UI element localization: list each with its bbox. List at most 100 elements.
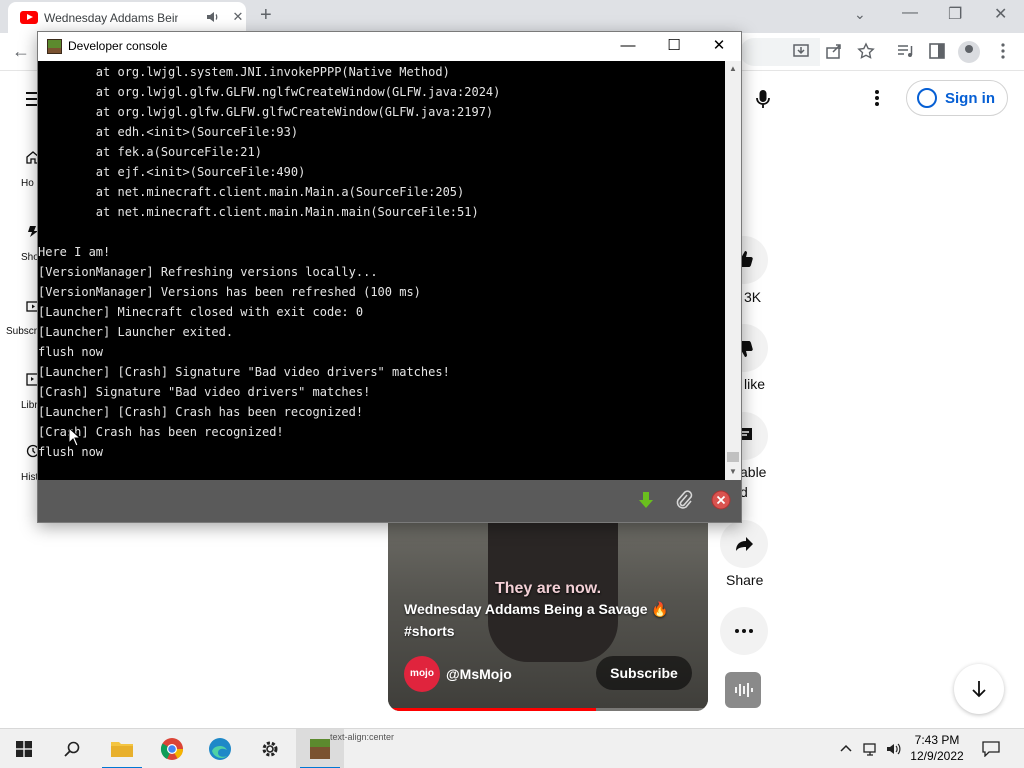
video-progress-fill xyxy=(388,708,596,711)
console-line: at ejf.<init>(SourceFile:490) xyxy=(38,165,306,179)
download-icon[interactable] xyxy=(636,490,656,510)
scrollbar-thumb[interactable] xyxy=(727,452,739,462)
console-line: at org.lwjgl.glfw.GLFW.glfwCreateWindow(… xyxy=(38,105,494,119)
console-line: [VersionManager] Refreshing versions loc… xyxy=(38,265,378,279)
browser-tab-strip: Wednesday Addams Being a Savage ✕ + ⌄ — … xyxy=(0,0,1024,33)
show-hidden-icons-chevron-icon[interactable] xyxy=(838,741,854,757)
search-icon xyxy=(64,741,80,757)
edge-app[interactable] xyxy=(196,729,244,768)
settings-more-icon[interactable] xyxy=(872,88,882,110)
console-title-bar[interactable]: Developer console — ☐ ✕ xyxy=(38,32,741,61)
arrow-down-icon xyxy=(972,681,986,698)
console-maximize-button[interactable]: ☐ xyxy=(664,36,684,56)
clock-time[interactable]: 7:43 PM xyxy=(906,733,968,747)
share-arrow-icon xyxy=(736,537,753,551)
side-panel-icon[interactable] xyxy=(928,42,946,60)
browser-minimize-icon[interactable]: — xyxy=(902,4,918,22)
console-title: Developer console xyxy=(68,39,168,53)
screen: Wednesday Addams Being a Savage ✕ + ⌄ — … xyxy=(0,0,1024,768)
console-footer xyxy=(38,480,741,522)
bookmark-star-icon[interactable] xyxy=(857,42,875,60)
install-app-icon[interactable] xyxy=(792,42,810,60)
network-icon[interactable] xyxy=(862,741,878,757)
notifications-icon[interactable] xyxy=(982,741,1000,757)
console-line: at edh.<init>(SourceFile:93) xyxy=(38,125,299,139)
console-line: [Launcher] Launcher exited. xyxy=(38,325,234,339)
audio-playing-icon[interactable] xyxy=(206,10,220,24)
video-progress-bar[interactable] xyxy=(388,708,708,711)
developer-console-window: Developer console — ☐ ✕ at org.lwjgl.sys… xyxy=(37,31,742,523)
sign-in-button[interactable]: Sign in xyxy=(906,80,1008,116)
channel-avatar[interactable]: mojo xyxy=(404,656,440,692)
new-tab-icon[interactable]: + xyxy=(260,4,272,27)
chrome-app[interactable] xyxy=(148,729,196,768)
console-line: [Crash] Signature "Bad video drivers" ma… xyxy=(38,385,371,399)
scroll-up-arrow-icon[interactable]: ▲ xyxy=(725,61,741,77)
profile-avatar-icon[interactable] xyxy=(958,41,980,63)
chrome-icon xyxy=(160,738,183,760)
more-horizontal-icon xyxy=(735,629,753,633)
share-button[interactable] xyxy=(720,520,768,568)
console-line: at net.minecraft.client.main.Main.a(Sour… xyxy=(38,185,465,199)
sidebar-item-label: Libr xyxy=(21,400,38,411)
file-explorer-app[interactable] xyxy=(98,729,146,768)
browser-close-icon[interactable]: ✕ xyxy=(994,4,1007,24)
console-line: flush now xyxy=(38,445,104,459)
windows-taskbar: text-align:center 7:43 PM 12/9/2022 xyxy=(0,728,1024,768)
short-title[interactable]: Wednesday Addams Being a Savage 🔥 #short… xyxy=(404,598,694,642)
youtube-favicon-icon xyxy=(20,11,38,24)
browser-tab[interactable]: Wednesday Addams Being a Savage ✕ xyxy=(8,2,246,33)
console-line: flush now xyxy=(38,345,104,359)
dislike-label: like xyxy=(744,376,766,392)
taskbar-search-button[interactable] xyxy=(48,729,96,768)
windows-logo-icon xyxy=(16,741,32,757)
sign-in-label: Sign in xyxy=(945,90,995,107)
share-label: Share xyxy=(726,572,764,588)
console-close-button[interactable]: ✕ xyxy=(709,36,729,56)
console-line: [Launcher] Minecraft closed with exit co… xyxy=(38,305,364,319)
browser-menu-icon[interactable] xyxy=(994,42,1012,60)
like-count: 3K xyxy=(744,289,762,305)
console-line: at org.lwjgl.system.JNI.invokePPPP(Nativ… xyxy=(38,65,450,79)
console-line: [Crash] Crash has been recognized! xyxy=(38,425,284,439)
console-line: at fek.a(SourceFile:21) xyxy=(38,145,262,159)
share-page-icon[interactable] xyxy=(825,42,843,60)
scroll-down-arrow-icon[interactable]: ▼ xyxy=(725,464,741,480)
stray-tooltip-text: text-align:center xyxy=(330,732,395,742)
start-button[interactable] xyxy=(0,729,48,768)
mouse-cursor-icon xyxy=(68,427,82,447)
clock-date[interactable]: 12/9/2022 xyxy=(906,749,968,763)
subscribe-button[interactable]: Subscribe xyxy=(596,656,692,690)
console-output[interactable]: at org.lwjgl.system.JNI.invokePPPP(Nativ… xyxy=(38,61,725,480)
more-actions-button[interactable] xyxy=(720,607,768,655)
volume-icon[interactable] xyxy=(886,741,902,757)
console-line: [Launcher] [Crash] Crash has been recogn… xyxy=(38,405,364,419)
console-line: [Launcher] [Crash] Signature "Bad video … xyxy=(38,365,450,379)
microphone-icon[interactable] xyxy=(752,88,774,110)
back-arrow-icon[interactable]: ← xyxy=(12,41,30,62)
comments-label: able xyxy=(740,464,767,480)
attach-icon[interactable] xyxy=(674,490,694,510)
video-burned-caption: They are now. xyxy=(494,580,602,597)
settings-gear-icon xyxy=(262,741,278,757)
tab-close-icon[interactable]: ✕ xyxy=(230,9,246,25)
media-controls-icon[interactable] xyxy=(896,42,914,60)
sound-wave-icon[interactable] xyxy=(725,672,761,708)
sidebar-item-label: Hist xyxy=(21,472,39,483)
minecraft-grass-block-icon xyxy=(47,39,62,54)
console-line: at net.minecraft.client.main.Main.main(S… xyxy=(38,205,479,219)
console-scrollbar[interactable]: ▲ ▼ xyxy=(725,61,741,480)
file-explorer-icon xyxy=(111,742,133,757)
tab-search-icon[interactable]: ⌄ xyxy=(854,6,866,23)
settings-app[interactable] xyxy=(246,729,294,768)
next-short-button[interactable] xyxy=(954,664,1004,714)
browser-restore-icon[interactable]: ❐ xyxy=(948,4,962,24)
sidebar-item-label: Subscri xyxy=(6,326,40,337)
account-circle-icon xyxy=(917,88,937,108)
close-circle-icon[interactable] xyxy=(711,490,731,510)
channel-name[interactable]: @MsMojo xyxy=(446,666,512,682)
console-line: at org.lwjgl.glfw.GLFW.nglfwCreateWindow… xyxy=(38,85,501,99)
short-video-player[interactable]: They are now. Wednesday Addams Being a S… xyxy=(388,522,708,711)
console-minimize-button[interactable]: — xyxy=(618,36,638,56)
